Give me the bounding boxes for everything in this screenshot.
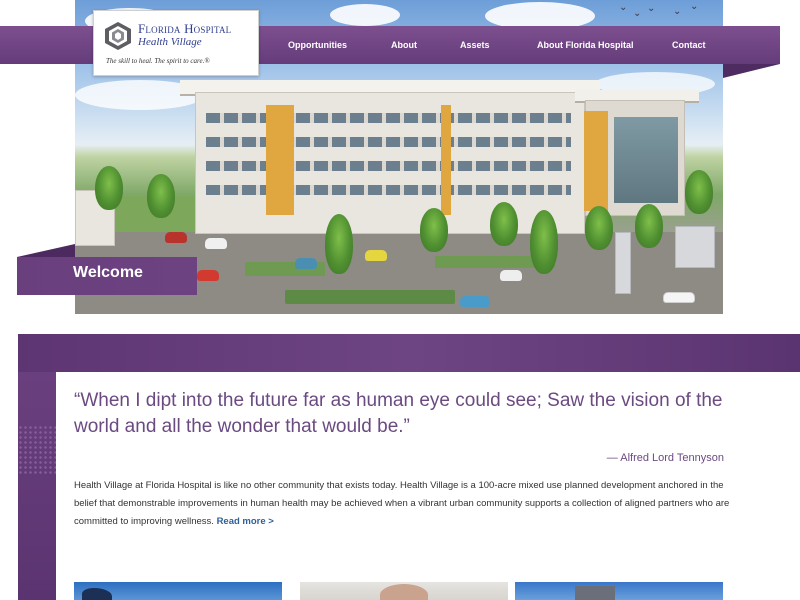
lawn [285,290,455,304]
logo-subtitle: Health Village [138,36,202,48]
tree [530,210,558,274]
health-village-cube-logo-icon [105,22,131,50]
intro-text: Health Village at Florida Hospital is li… [74,480,730,527]
thumbnail-portrait [380,584,428,600]
nav-about-florida-hospital[interactable]: About Florida Hospital [537,26,634,64]
nav-contact[interactable]: Contact [672,26,706,64]
bird-icon: ⌄ [673,6,682,17]
tree [325,214,353,274]
entrance-gate [615,232,631,294]
window-row [206,161,571,171]
nav-assets[interactable]: Assets [460,26,490,64]
car [663,292,695,303]
bird-icon: ⌄ [690,1,699,12]
nav-about[interactable]: About [391,26,417,64]
tree [635,204,663,248]
cloud [330,4,400,26]
quote-attribution: — Alfred Lord Tennyson [606,452,724,464]
bird-icon: ⌄ [647,3,656,14]
thumbnail-building [575,586,615,600]
thumbnail-figure [82,588,112,600]
facade-accent [441,105,451,215]
dot-pattern [18,425,56,475]
facade-accent [584,111,608,211]
site-logo[interactable]: Florida Hospital Health Village The skil… [93,10,259,76]
window-row [206,137,571,147]
nav-opportunities[interactable]: Opportunities [288,26,347,64]
tree [490,202,518,246]
car [295,258,317,269]
car [197,270,219,281]
car [165,232,187,243]
side-building [584,100,685,216]
window-row [206,185,571,195]
facade-accent [266,105,294,215]
tree [585,206,613,250]
content-left-rail [18,372,56,600]
main-building [195,92,585,234]
car [500,270,522,281]
read-more-link[interactable]: Read more > [217,516,274,527]
car [365,250,387,261]
car [460,296,490,307]
welcome-heading: Welcome [73,264,143,281]
content-header-band [18,334,800,372]
logo-tagline: The skill to heal. The spirit to care.® [106,57,210,65]
glass-facade [614,117,678,203]
welcome-ribbon-fold [17,244,75,257]
featured-quote: “When I dipt into the future far as huma… [74,390,723,437]
bird-icon: ⌄ [633,8,642,19]
feature-thumbnail-2[interactable] [300,582,508,600]
tree [147,174,175,218]
tree [685,170,713,214]
bird-icon: ⌄ [619,2,628,13]
car [205,238,227,249]
nav-ribbon-fold [723,64,780,78]
tree [420,208,448,252]
window-row [206,113,571,123]
logo-title: Florida Hospital [138,21,232,36]
feature-thumbnail-3[interactable] [515,582,723,600]
feature-thumbnail-1[interactable] [74,582,282,600]
intro-paragraph: Health Village at Florida Hospital is li… [74,477,730,531]
entrance-gate [675,226,715,268]
tree [95,166,123,210]
